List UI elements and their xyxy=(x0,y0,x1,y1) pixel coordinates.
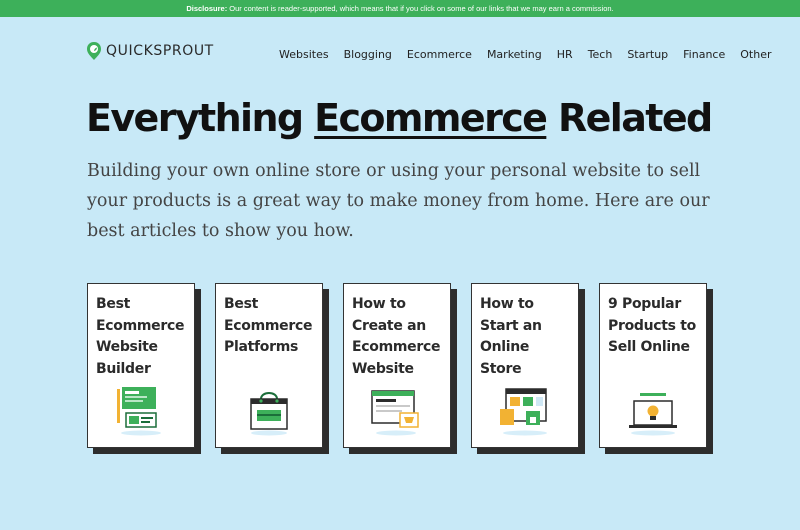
article-card[interactable]: 9 Popular Products to Sell Online xyxy=(599,283,707,448)
title-prefix: Everything xyxy=(86,96,315,140)
card-title: 9 Popular Products to Sell Online xyxy=(608,296,696,355)
article-card[interactable]: How to Create an Ecommerce Website xyxy=(343,283,451,448)
brand-name: QUICKSPROUT xyxy=(106,43,214,59)
disclosure-label: Disclosure: xyxy=(186,4,228,13)
nav-finance[interactable]: Finance xyxy=(683,48,725,61)
article-card[interactable]: How to Start an Online Store xyxy=(471,283,579,448)
browser-cart-icon xyxy=(371,390,419,436)
nav-marketing[interactable]: Marketing xyxy=(487,48,542,61)
nav-startup[interactable]: Startup xyxy=(627,48,668,61)
disclosure-banner: Disclosure: Our content is reader-suppor… xyxy=(0,0,800,17)
nav-other[interactable]: Other xyxy=(740,48,771,61)
card-title: How to Create an Ecommerce Website xyxy=(352,296,441,377)
disclosure-text: Our content is reader-supported, which m… xyxy=(227,4,614,13)
page-subtitle: Building your own online store or using … xyxy=(87,161,710,241)
shopping-bag-icon xyxy=(250,392,288,436)
main-nav: Websites Blogging Ecommerce Marketing HR… xyxy=(279,48,771,61)
sprout-logo-icon xyxy=(87,42,101,60)
article-card[interactable]: Best Ecommerce Platforms xyxy=(215,283,323,448)
nav-websites[interactable]: Websites xyxy=(279,48,329,61)
website-builder-icon xyxy=(117,387,161,436)
nav-blogging[interactable]: Blogging xyxy=(344,48,392,61)
nav-ecommerce[interactable]: Ecommerce xyxy=(407,48,472,61)
page-title: Everything Ecommerce Related xyxy=(86,96,713,140)
nav-tech[interactable]: Tech xyxy=(588,48,613,61)
card-title: Best Ecommerce Website Builder xyxy=(96,296,185,377)
title-suffix: Related xyxy=(546,96,713,140)
online-store-icon xyxy=(500,388,547,436)
site-logo[interactable]: QUICKSPROUT xyxy=(86,41,214,61)
nav-hr[interactable]: HR xyxy=(557,48,573,61)
title-highlight: Ecommerce xyxy=(314,96,548,140)
laptop-lightbulb-icon xyxy=(629,393,677,436)
article-card[interactable]: Best Ecommerce Website Builder xyxy=(87,283,195,448)
card-title: How to Start an Online Store xyxy=(480,296,542,377)
card-title: Best Ecommerce Platforms xyxy=(224,296,313,355)
